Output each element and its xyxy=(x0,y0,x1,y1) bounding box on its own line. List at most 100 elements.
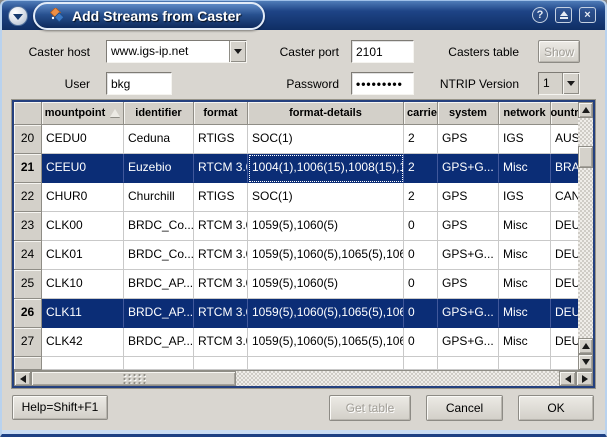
caster-host-combobox[interactable]: www.igs-ip.net xyxy=(106,40,247,63)
cell-country[interactable]: CAN xyxy=(551,183,578,212)
cell-carrier[interactable]: 2 xyxy=(404,125,438,154)
table-row[interactable]: 21 CEEU0 Euzebio RTCM 3.0 1004(1),1006(1… xyxy=(14,154,578,183)
cell-carrier[interactable]: 0 xyxy=(404,270,438,299)
user-input[interactable] xyxy=(106,72,172,95)
cell-format[interactable]: RTCM 3.0 xyxy=(194,328,248,357)
cell-system[interactable]: GPS+G... xyxy=(438,154,499,183)
cell-network[interactable]: IGS xyxy=(499,125,551,154)
close-button[interactable]: × xyxy=(579,7,596,23)
cell-format-details[interactable]: 1004(1),1006(15),1008(15),1... xyxy=(248,154,404,183)
cell-network[interactable]: Misc xyxy=(499,154,551,183)
cell-mountpoint[interactable]: CLK01 xyxy=(42,241,124,270)
cell-country[interactable]: DEU xyxy=(551,299,578,328)
cell-carrier[interactable]: 0 xyxy=(404,328,438,357)
cancel-button[interactable]: Cancel xyxy=(426,395,503,421)
cell-country[interactable]: DEU xyxy=(551,212,578,241)
row-number-cell[interactable]: 25 xyxy=(14,270,42,299)
cell-format-details[interactable]: 1059(5),1060(5),1065(5),106... xyxy=(248,241,404,270)
cell-network[interactable]: Misc xyxy=(499,212,551,241)
help-shortcut-button[interactable]: Help=Shift+F1 xyxy=(12,395,108,420)
column-header-identifier[interactable]: identifier xyxy=(124,102,194,125)
cell-format-details[interactable]: 1059(5),1060(5),1065(5),106... xyxy=(248,299,404,328)
cell-mountpoint[interactable]: CEDU0 xyxy=(42,125,124,154)
cell-identifier[interactable]: BRDC_AP... xyxy=(124,328,194,357)
cell-format-details[interactable]: 1059(5),1060(5) xyxy=(248,270,404,299)
cell-format-details[interactable]: SOC(1) xyxy=(248,183,404,212)
cell-identifier[interactable]: Churchill xyxy=(124,183,194,212)
caster-host-dropdown-button[interactable] xyxy=(229,41,246,62)
vertical-scrollbar[interactable] xyxy=(578,102,593,370)
caster-port-input[interactable] xyxy=(351,40,414,63)
cell-mountpoint[interactable]: CLK42 xyxy=(42,328,124,357)
maximize-button[interactable] xyxy=(555,7,572,23)
vertical-scroll-track[interactable] xyxy=(578,118,593,338)
row-number-cell[interactable]: 24 xyxy=(14,241,42,270)
cell-format[interactable]: RTCM 3.0 xyxy=(194,270,248,299)
cell-system[interactable]: GPS xyxy=(438,183,499,212)
row-number-cell[interactable]: 22 xyxy=(14,183,42,212)
scroll-right-button[interactable] xyxy=(576,371,593,386)
cell-system[interactable]: GPS xyxy=(438,125,499,154)
scroll-up-button[interactable] xyxy=(578,102,593,118)
ntrip-version-combobox[interactable]: 1 xyxy=(538,72,580,95)
cell-identifier[interactable]: Euzebio xyxy=(124,154,194,183)
cell-country[interactable]: BRA xyxy=(551,154,578,183)
table-row[interactable]: 27 CLK42 BRDC_AP... RTCM 3.0 1059(5),106… xyxy=(14,328,578,357)
scroll-up-button-2[interactable] xyxy=(578,338,593,354)
cell-country[interactable]: DEU xyxy=(551,270,578,299)
cell-carrier[interactable]: 2 xyxy=(404,183,438,212)
cell-format-details[interactable]: 1059(5),1060(5) xyxy=(248,212,404,241)
cell-format[interactable]: RTCM 3.0 xyxy=(194,212,248,241)
cell-format[interactable]: RTCM 3.0 xyxy=(194,241,248,270)
vertical-scroll-thumb[interactable] xyxy=(578,146,593,168)
row-number-cell[interactable]: 27 xyxy=(14,328,42,357)
cell-identifier[interactable]: Ceduna xyxy=(124,125,194,154)
window-menu-button[interactable] xyxy=(8,6,28,26)
row-number-cell[interactable]: 20 xyxy=(14,125,42,154)
horizontal-scroll-thumb[interactable] xyxy=(31,371,236,386)
cell-carrier[interactable]: 0 xyxy=(404,299,438,328)
cell-network[interactable]: Misc xyxy=(499,270,551,299)
cell-system[interactable]: GPS xyxy=(438,212,499,241)
cell-mountpoint[interactable]: CLK00 xyxy=(42,212,124,241)
cell-format[interactable]: RTIGS xyxy=(194,125,248,154)
titlebar-help-button[interactable]: ? xyxy=(532,7,548,23)
table-row[interactable]: 20 CEDU0 Ceduna RTIGS SOC(1) 2 GPS IGS A… xyxy=(14,125,578,154)
scroll-left-button-2[interactable] xyxy=(559,371,576,386)
cell-format-details[interactable]: SOC(1) xyxy=(248,125,404,154)
cell-system[interactable]: GPS+G... xyxy=(438,299,499,328)
scroll-down-button[interactable] xyxy=(578,354,593,370)
horizontal-scrollbar[interactable] xyxy=(14,370,593,386)
row-number-cell[interactable]: 21 xyxy=(14,154,42,183)
cell-country[interactable]: DEU xyxy=(551,328,578,357)
cell-identifier[interactable]: BRDC_Co... xyxy=(124,241,194,270)
table-row[interactable]: 23 CLK00 BRDC_Co... RTCM 3.0 1059(5),106… xyxy=(14,212,578,241)
cell-identifier[interactable]: BRDC_AP... xyxy=(124,299,194,328)
cell-country[interactable]: AUS xyxy=(551,125,578,154)
cell-identifier[interactable]: BRDC_AP... xyxy=(124,270,194,299)
row-number-cell[interactable]: 26 xyxy=(14,299,42,328)
ntrip-version-dropdown-button[interactable] xyxy=(562,73,579,94)
cell-mountpoint[interactable]: CLK10 xyxy=(42,270,124,299)
row-number-cell[interactable]: 23 xyxy=(14,212,42,241)
cell-mountpoint[interactable]: CHUR0 xyxy=(42,183,124,212)
cell-mountpoint[interactable]: CEEU0 xyxy=(42,154,124,183)
cell-network[interactable]: Misc xyxy=(499,241,551,270)
get-table-button[interactable]: Get table xyxy=(329,395,411,421)
cell-system[interactable]: GPS+G... xyxy=(438,241,499,270)
cell-format[interactable]: RTCM 3.0 xyxy=(194,299,248,328)
column-header-system[interactable]: system xyxy=(438,102,499,125)
cell-format[interactable]: RTIGS xyxy=(194,183,248,212)
column-header-country[interactable]: country xyxy=(551,102,578,125)
cell-country[interactable]: DEU xyxy=(551,241,578,270)
table-row[interactable]: 24 CLK01 BRDC_Co... RTCM 3.0 1059(5),106… xyxy=(14,241,578,270)
cell-format-details[interactable]: 1059(5),1060(5),1065(5),106... xyxy=(248,328,404,357)
column-header-format[interactable]: format xyxy=(194,102,248,125)
cell-mountpoint[interactable]: CLK11 xyxy=(42,299,124,328)
cell-format[interactable]: RTCM 3.0 xyxy=(194,154,248,183)
scroll-left-button[interactable] xyxy=(14,371,31,386)
cell-carrier[interactable]: 2 xyxy=(404,154,438,183)
corner-header-cell[interactable] xyxy=(14,102,42,125)
cell-network[interactable]: Misc xyxy=(499,328,551,357)
ok-button[interactable]: OK xyxy=(518,395,594,421)
